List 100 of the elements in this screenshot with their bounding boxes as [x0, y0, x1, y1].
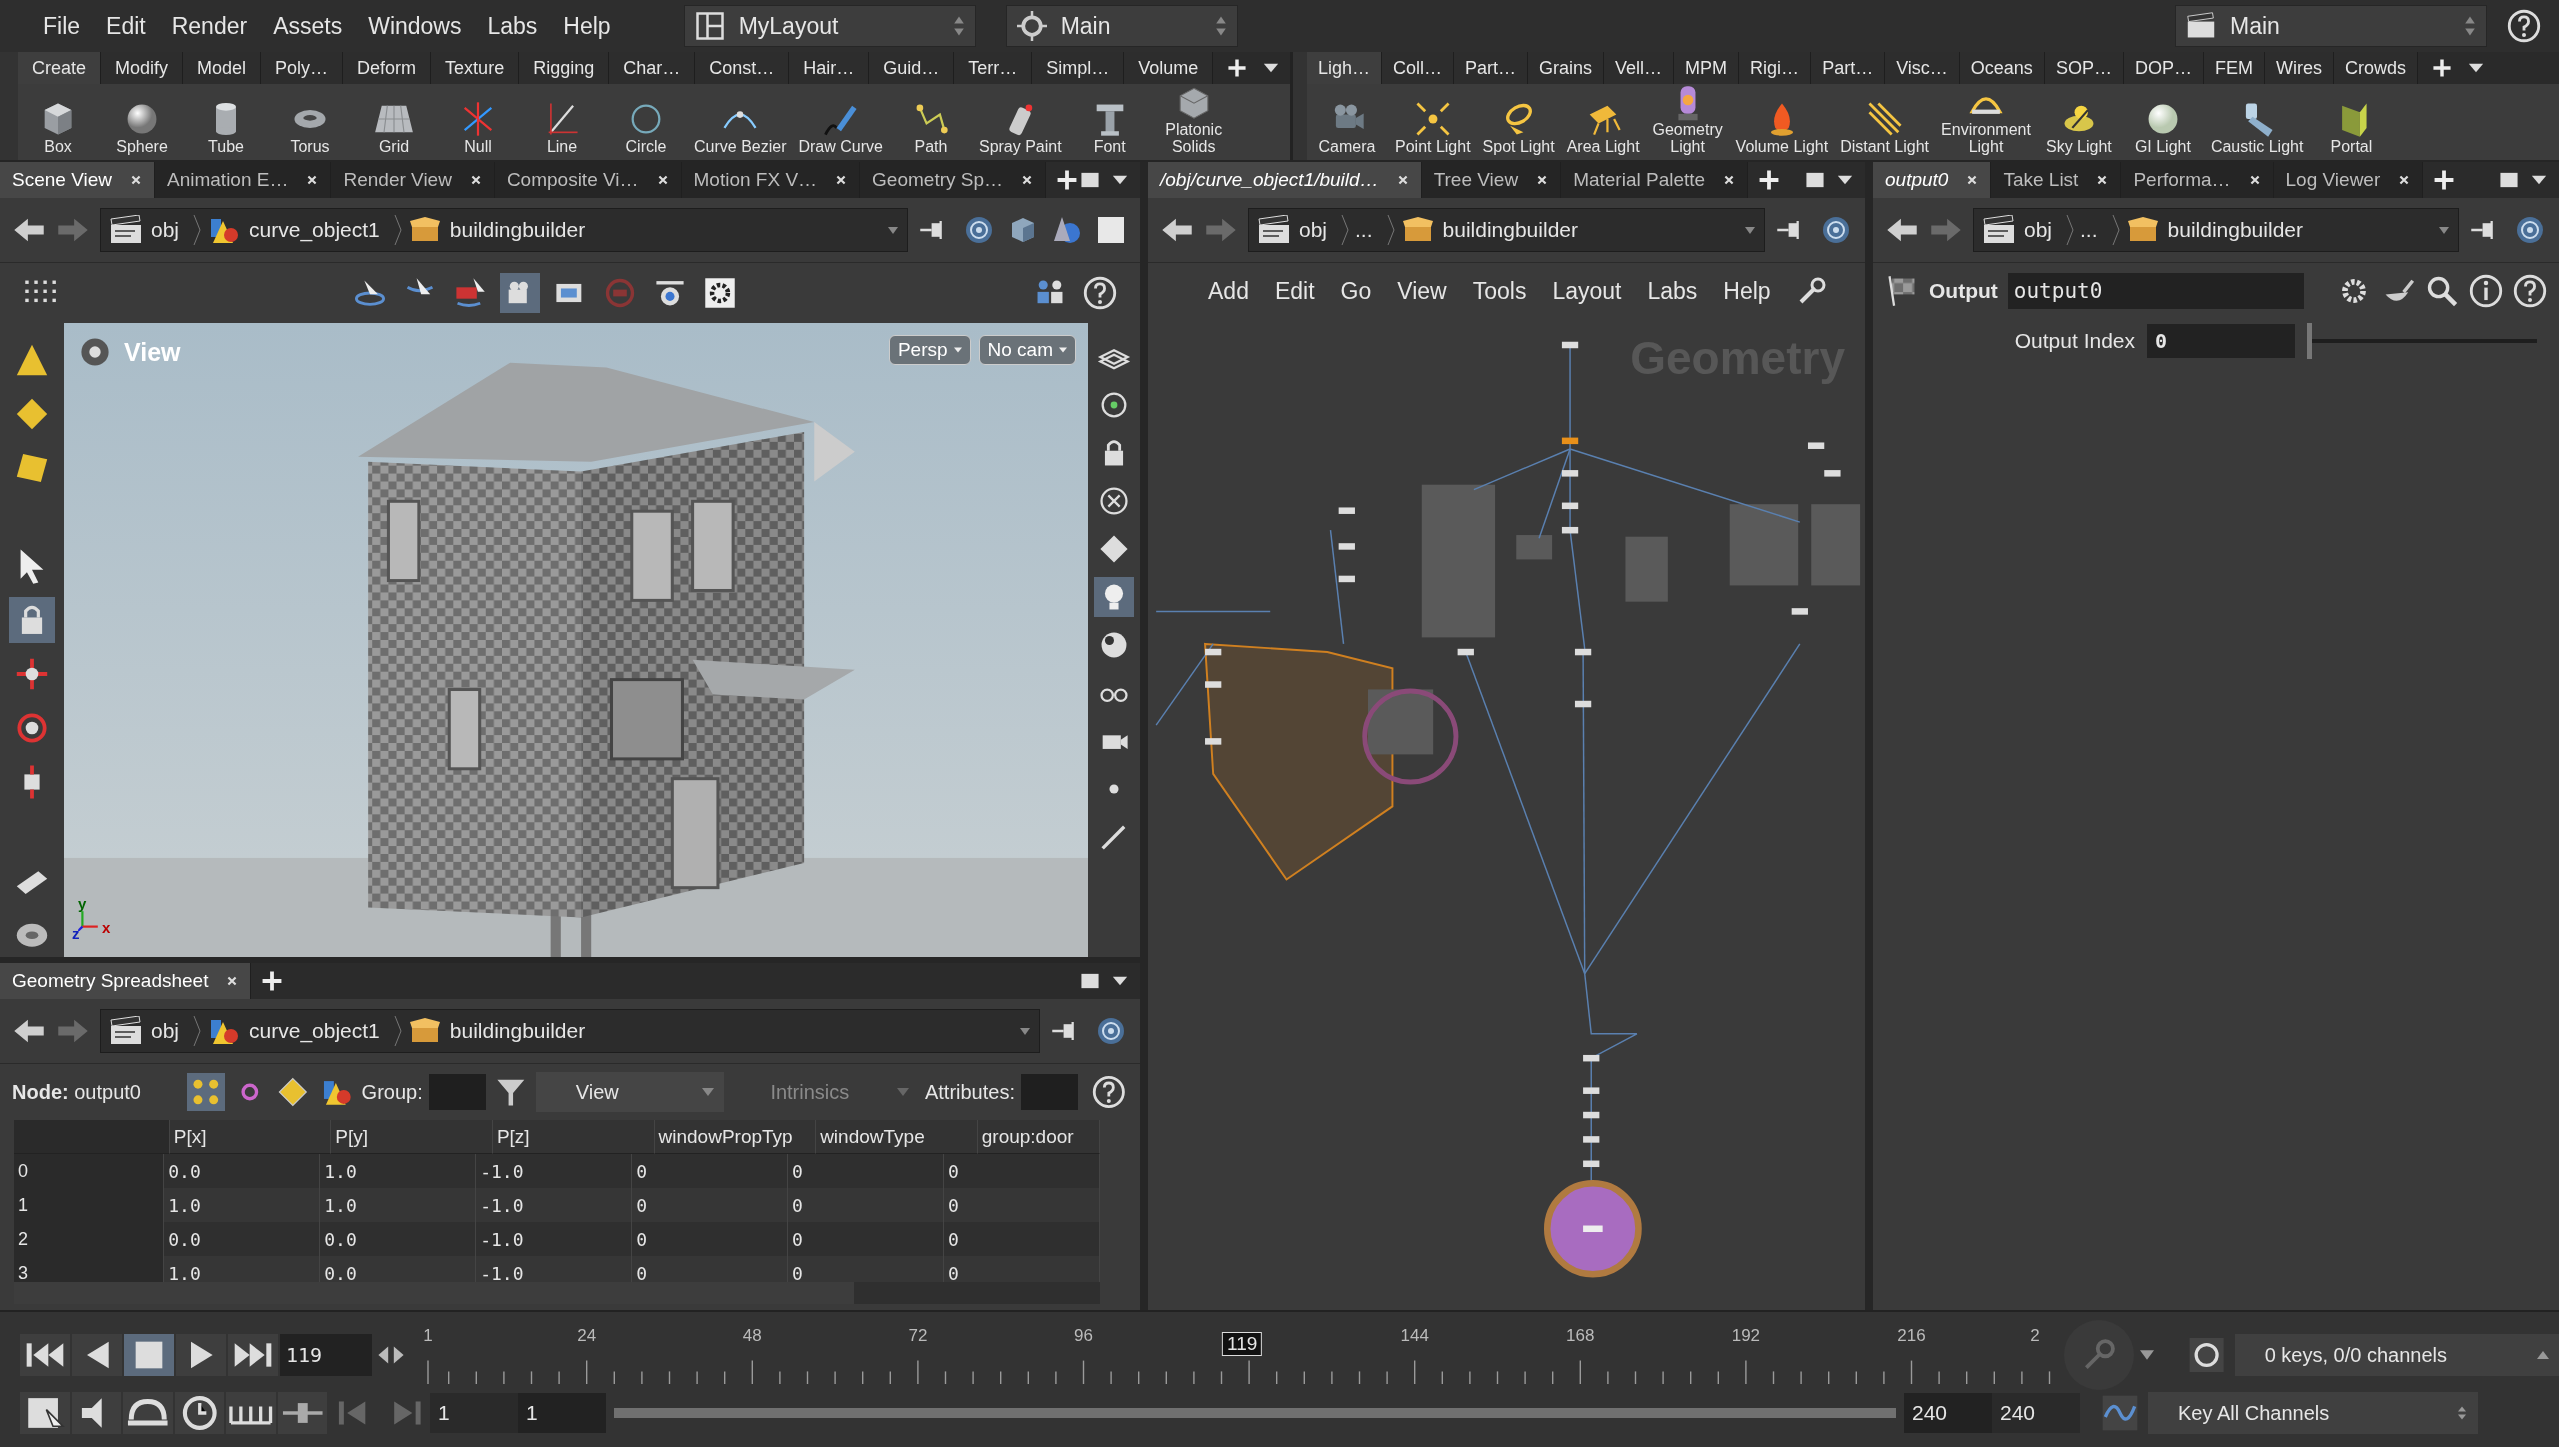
shelf-tool[interactable]: Area Light	[1562, 84, 1644, 156]
path-segment[interactable]: obj	[151, 218, 180, 242]
shelf-tab[interactable]: Ligh…	[1307, 52, 1383, 84]
column-header[interactable]: windowType	[816, 1120, 978, 1154]
shelf-tool[interactable]: Spray Paint	[974, 84, 1066, 156]
camera-menu[interactable]: Persp	[888, 335, 971, 365]
node-name-field[interactable]: output0	[2007, 273, 2304, 309]
frame-field[interactable]: 119	[280, 1334, 372, 1376]
tick-label: 48	[742, 1326, 762, 1346]
shelf-tool[interactable]: Curve Bezier	[690, 84, 791, 156]
value-field[interactable]: 0	[2147, 324, 2295, 358]
pane-tab[interactable]: Animation E…	[155, 162, 332, 198]
shelf-tool[interactable]: Draw Curve	[794, 84, 887, 156]
shelf-tool[interactable]: Torus	[270, 84, 350, 156]
pane-tab[interactable]: Geometry Sp…	[860, 162, 1047, 198]
row-number: 2	[14, 1222, 165, 1256]
path-segment[interactable]: ...	[2080, 218, 2098, 242]
take-dropdown[interactable]: Main	[2175, 5, 2487, 47]
pane-tab[interactable]: Composite Vi…	[494, 162, 682, 198]
key-channels-dropdown[interactable]: Key All Channels	[2148, 1392, 2478, 1434]
camera-menu[interactable]: No cam	[978, 335, 1076, 365]
shelf-tool[interactable]: Path	[890, 84, 971, 156]
path-segment[interactable]: obj	[151, 1019, 180, 1043]
shelf-tab[interactable]: Create	[18, 52, 102, 84]
keys-dropdown[interactable]: 0 keys, 0/0 channels	[2234, 1334, 2559, 1376]
shelf-tool[interactable]: Line	[522, 84, 602, 156]
menu-item[interactable]: Edit	[1274, 277, 1315, 305]
column-header[interactable]: windowPropTyp	[654, 1120, 817, 1154]
path-segment[interactable]: ...	[1355, 218, 1373, 242]
shelf-tool[interactable]: Grid	[354, 84, 434, 156]
pane-tab[interactable]: Log Viewer	[2273, 162, 2424, 198]
menu-item[interactable]: Render	[158, 12, 261, 40]
menu-item[interactable]: Go	[1340, 277, 1372, 305]
pane-tab[interactable]: Motion FX V…	[681, 162, 861, 198]
path-segment[interactable]: obj	[1299, 218, 1328, 242]
shelf-tool[interactable]: Font	[1069, 84, 1150, 156]
path-bar[interactable]: obj curve_object1 buildingbuilder	[100, 208, 908, 252]
shelf-tool[interactable]: Volume Light	[1731, 84, 1833, 156]
shelf-tool[interactable]: Box	[18, 84, 98, 156]
path-bar[interactable]: obj ... buildingbuilder	[1248, 208, 1765, 252]
shelf-tool[interactable]: Spot Light	[1478, 84, 1559, 156]
pane-tab[interactable]: Geometry Spreadsheet	[0, 963, 252, 999]
shelf-tool[interactable]: Geometry Light	[1647, 84, 1728, 156]
path-segment[interactable]: obj	[2024, 218, 2053, 242]
pane-tab[interactable]: Material Palette	[1561, 162, 1749, 198]
menu-item[interactable]: Labs	[474, 12, 551, 40]
menu-item[interactable]: Help	[550, 12, 624, 40]
path-segment[interactable]: buildingbuilder	[2167, 218, 2303, 242]
column-header[interactable]: P[y]	[331, 1120, 493, 1154]
shelf-tool[interactable]: Sphere	[102, 84, 182, 156]
pane-tab[interactable]: Take List	[1991, 162, 2122, 198]
menu-item[interactable]: Tools	[1472, 277, 1527, 305]
path-bar[interactable]: obj curve_object1 buildingbuilder	[100, 1009, 1040, 1053]
end-frame-field[interactable]: 240	[1992, 1393, 2080, 1433]
menu-item[interactable]: View	[1397, 277, 1447, 305]
pane-tab[interactable]: Performa…	[2121, 162, 2274, 198]
shelf-tool[interactable]: Platonic Solids	[1153, 84, 1234, 156]
range-start-field[interactable]: 1	[518, 1393, 606, 1433]
pane-tab[interactable]: Tree View	[1421, 162, 1562, 198]
shelf-tool[interactable]: Sky Light	[2038, 84, 2119, 156]
shelf-tool[interactable]: Circle	[606, 84, 686, 156]
path-segment[interactable]: buildingbuilder	[1442, 218, 1578, 242]
menu-item[interactable]: Help	[1723, 277, 1771, 305]
column-header[interactable]: group:door	[977, 1120, 1100, 1154]
pane-tab[interactable]: /obj/curve_object1/build…	[1148, 162, 1422, 198]
menu-item[interactable]: File	[30, 12, 94, 40]
shelf-tool[interactable]: Environment Light	[1937, 84, 2035, 156]
path-segment[interactable]: curve_object1	[249, 218, 380, 242]
shelf-tool[interactable]: Tube	[186, 84, 266, 156]
path-segment[interactable]: curve_object1	[249, 1019, 380, 1043]
attributes-label: Attributes:	[924, 1080, 1015, 1104]
menu-item[interactable]: Labs	[1647, 277, 1698, 305]
menu-item[interactable]: Layout	[1552, 277, 1622, 305]
menu-item[interactable]: Assets	[260, 12, 356, 40]
pane-tab[interactable]: Scene View	[0, 162, 155, 198]
shelf-tool[interactable]: Null	[438, 84, 518, 156]
path-bar[interactable]: obj ... buildingbuilder	[1973, 208, 2459, 252]
shelf-tool[interactable]: Portal	[2311, 84, 2392, 156]
layout-dropdown[interactable]: MyLayout	[683, 5, 976, 47]
shelf-tool[interactable]: GI Light	[2122, 84, 2203, 156]
range-end-field[interactable]: 240	[1904, 1393, 1992, 1433]
node-label: Node: output0	[12, 1080, 141, 1104]
shelf-tool[interactable]: Caustic Light	[2206, 84, 2308, 156]
shelf-tool[interactable]: Camera	[1307, 84, 1387, 156]
menu-item[interactable]: Edit	[93, 12, 159, 40]
column-header[interactable]: P[z]	[492, 1120, 655, 1154]
axis-label: x	[102, 919, 112, 931]
path-segment[interactable]: buildingbuilder	[449, 218, 586, 242]
frame-marker[interactable]: 119	[1222, 1332, 1263, 1356]
pane-tab[interactable]: output0	[1873, 162, 1992, 198]
column-header[interactable]: P[x]	[169, 1120, 332, 1154]
shelf-tool[interactable]: Point Light	[1391, 84, 1475, 156]
context-dropdown[interactable]: Main	[1005, 5, 1238, 47]
view-dropdown[interactable]: View	[535, 1072, 725, 1112]
path-segment[interactable]: buildingbuilder	[449, 1019, 586, 1043]
start-frame-field[interactable]: 1	[430, 1393, 518, 1433]
menu-item[interactable]: Add	[1208, 277, 1249, 305]
menu-item[interactable]: Windows	[355, 12, 475, 40]
shelf-tool[interactable]: Distant Light	[1836, 84, 1934, 156]
pane-tab[interactable]: Render View	[331, 162, 495, 198]
